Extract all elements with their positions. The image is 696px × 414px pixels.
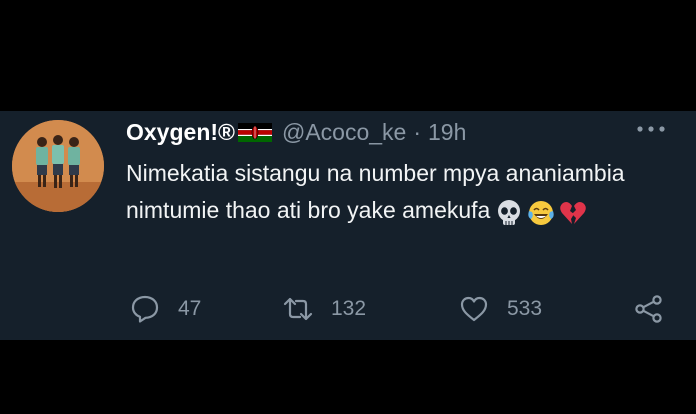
kenya-flag-icon xyxy=(237,122,272,142)
timestamp[interactable]: 19h xyxy=(428,119,466,146)
heart-icon xyxy=(460,296,488,322)
tweet-header: Oxygen!® @Acoco_ke · 19h xyxy=(126,117,466,147)
skull-icon xyxy=(498,200,521,226)
avatar-photo xyxy=(12,120,104,212)
like-button[interactable]: 533 xyxy=(459,289,542,329)
share-icon xyxy=(635,295,662,323)
display-name[interactable]: Oxygen!® xyxy=(126,119,235,146)
retweet-icon xyxy=(283,297,313,321)
tweet-body: Nimekatia sistangu na number mpya anania… xyxy=(126,155,666,230)
reply-count: 47 xyxy=(178,297,202,320)
user-handle[interactable]: @Acoco_ke xyxy=(282,119,406,146)
like-count: 533 xyxy=(507,297,543,320)
top-background-band xyxy=(0,0,696,111)
retweet-count: 132 xyxy=(331,297,367,320)
broken-heart-icon xyxy=(560,202,587,225)
avatar[interactable] xyxy=(12,120,104,212)
tweet-actions: 47 132 533 xyxy=(0,289,696,329)
bottom-background-band xyxy=(0,340,696,414)
share-button[interactable] xyxy=(634,289,664,329)
more-options-icon[interactable] xyxy=(636,124,666,134)
face-with-tears-of-joy-icon xyxy=(528,201,555,226)
retweet-button[interactable]: 132 xyxy=(283,289,366,329)
reply-icon xyxy=(131,295,159,323)
emoji-row xyxy=(494,193,590,230)
tweet-card[interactable]: Oxygen!® @Acoco_ke · 19h Nimekatia sista… xyxy=(0,111,696,340)
reply-button[interactable]: 47 xyxy=(130,289,201,329)
separator-dot: · xyxy=(413,118,422,145)
